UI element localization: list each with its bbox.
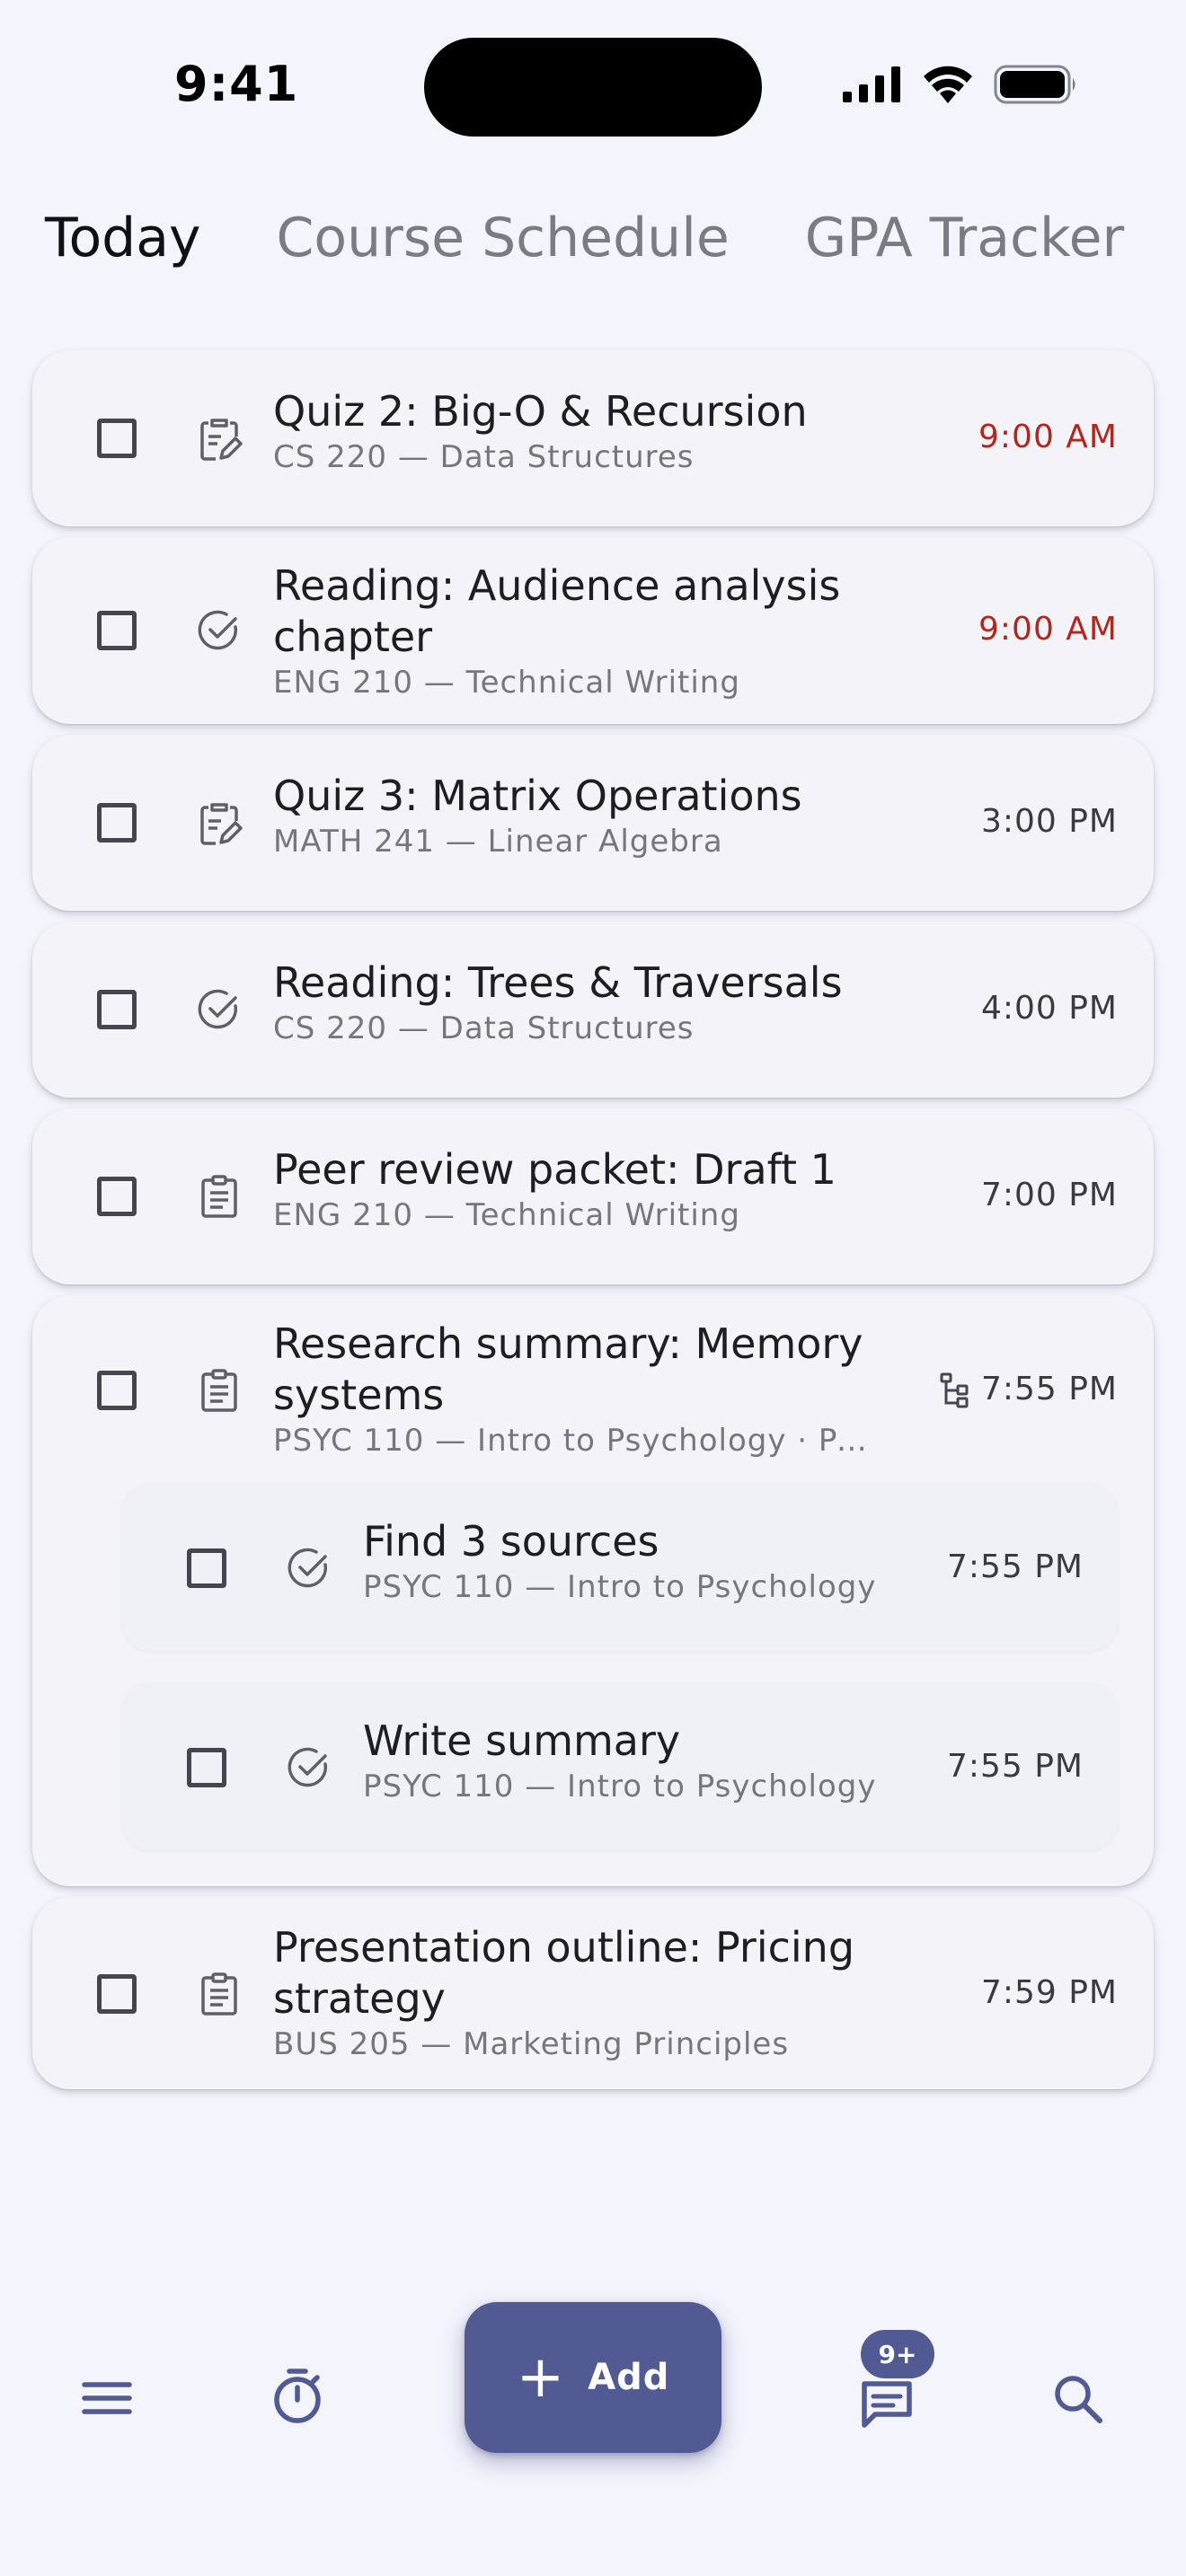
task-due-time: 4:00 PM — [980, 990, 1118, 1027]
assignment-icon — [194, 1969, 244, 2019]
signal-icon — [843, 66, 900, 102]
quiz-clipboard-icon — [194, 413, 244, 463]
subtask-due-time: 7:55 PM — [946, 1748, 1084, 1785]
task-checkbox[interactable] — [97, 803, 137, 842]
task-title: Quiz 2: Big-O & Recursion — [273, 387, 808, 436]
task-card[interactable]: Quiz 3: Matrix Operations MATH 241 — Lin… — [32, 735, 1154, 911]
subtask-checkbox[interactable] — [187, 1548, 226, 1588]
battery-icon — [994, 65, 1075, 104]
task-title: Quiz 3: Matrix Operations — [273, 772, 802, 820]
check-circle-icon — [194, 605, 244, 656]
task-due-time: 7:00 PM — [980, 1177, 1118, 1213]
add-button[interactable]: + Add — [465, 2302, 721, 2453]
task-checkbox[interactable] — [97, 611, 137, 650]
chat-badge: 9+ — [861, 2330, 934, 2378]
task-due-time: 7:59 PM — [980, 1974, 1118, 2011]
task-title: Reading: Audience analysis chapter — [273, 561, 841, 661]
check-circle-icon — [284, 1742, 334, 1793]
task-course: PSYC 110 — Intro to Psychology · Pa... — [273, 1423, 884, 1459]
task-due-time: 7:55 PM — [980, 1371, 1118, 1407]
task-checkbox[interactable] — [97, 1974, 137, 2014]
tab-gpa-tracker[interactable]: GPA Tracker — [805, 207, 1124, 269]
task-title: Presentation outline: Pricing strategy — [273, 1923, 855, 2023]
subtask-title: Write summary — [363, 1716, 681, 1765]
task-card[interactable]: Reading: Trees & Traversals CS 220 — Dat… — [32, 922, 1154, 1098]
subtask-card[interactable]: Write summary PSYC 110 — Intro to Psycho… — [122, 1683, 1118, 1850]
tab-bar: Today Course Schedule GPA Tracker — [45, 207, 1186, 269]
status-time: 9:41 — [174, 56, 299, 112]
subtask-checkbox[interactable] — [187, 1748, 226, 1787]
task-checkbox[interactable] — [97, 990, 137, 1029]
tab-course-schedule[interactable]: Course Schedule — [277, 207, 730, 269]
timer-icon[interactable] — [266, 2364, 329, 2427]
task-course: ENG 210 — Technical Writing — [273, 665, 740, 701]
task-due-time: 9:00 AM — [978, 419, 1118, 455]
task-card[interactable]: Reading: Audience analysis chapter ENG 2… — [32, 537, 1154, 724]
status-icons — [843, 65, 1078, 104]
task-card-with-subtasks[interactable]: Research summary: Memory systems PSYC 11… — [32, 1295, 1154, 1886]
task-list: Quiz 2: Big-O & Recursion CS 220 — Data … — [32, 350, 1154, 2100]
plus-icon: + — [516, 2344, 565, 2411]
task-checkbox[interactable] — [97, 419, 137, 458]
task-title: Research summary: Memory systems — [273, 1319, 863, 1419]
task-course: ENG 210 — Technical Writing — [273, 1197, 740, 1233]
task-card[interactable]: Peer review packet: Draft 1 ENG 210 — Te… — [32, 1108, 1154, 1284]
task-due-time: 3:00 PM — [980, 803, 1118, 840]
subtask-course: PSYC 110 — Intro to Psychology — [363, 1569, 877, 1605]
check-circle-icon — [284, 1543, 334, 1593]
task-course: MATH 241 — Linear Algebra — [273, 824, 723, 860]
add-label: Add — [588, 2357, 670, 2398]
task-course: CS 220 — Data Structures — [273, 1010, 695, 1046]
dynamic-island — [424, 38, 762, 137]
subtask-title: Find 3 sources — [363, 1517, 659, 1566]
task-card[interactable]: Presentation outline: Pricing strategy B… — [32, 1897, 1154, 2089]
subtask-tree-icon — [940, 1372, 969, 1408]
task-due-time: 9:00 AM — [978, 611, 1118, 648]
status-bar: 9:41 — [0, 0, 1186, 171]
task-course: BUS 205 — Marketing Principles — [273, 2026, 790, 2062]
task-checkbox[interactable] — [97, 1371, 137, 1410]
subtask-course: PSYC 110 — Intro to Psychology — [363, 1769, 877, 1804]
tab-today[interactable]: Today — [45, 207, 201, 269]
assignment-icon — [194, 1365, 244, 1416]
quiz-clipboard-icon — [194, 798, 244, 848]
task-checkbox[interactable] — [97, 1177, 137, 1216]
search-icon[interactable] — [1046, 2367, 1109, 2430]
task-title: Reading: Trees & Traversals — [273, 958, 843, 1007]
check-circle-icon — [194, 984, 244, 1035]
subtask-due-time: 7:55 PM — [946, 1548, 1084, 1585]
wifi-icon — [924, 66, 972, 103]
task-course: CS 220 — Data Structures — [273, 439, 695, 475]
menu-icon[interactable] — [75, 2367, 138, 2430]
chat-icon[interactable] — [855, 2371, 918, 2434]
subtask-card[interactable]: Find 3 sources PSYC 110 — Intro to Psych… — [122, 1484, 1118, 1651]
task-card[interactable]: Quiz 2: Big-O & Recursion CS 220 — Data … — [32, 350, 1154, 526]
task-title: Peer review packet: Draft 1 — [273, 1145, 836, 1194]
assignment-icon — [194, 1171, 244, 1222]
